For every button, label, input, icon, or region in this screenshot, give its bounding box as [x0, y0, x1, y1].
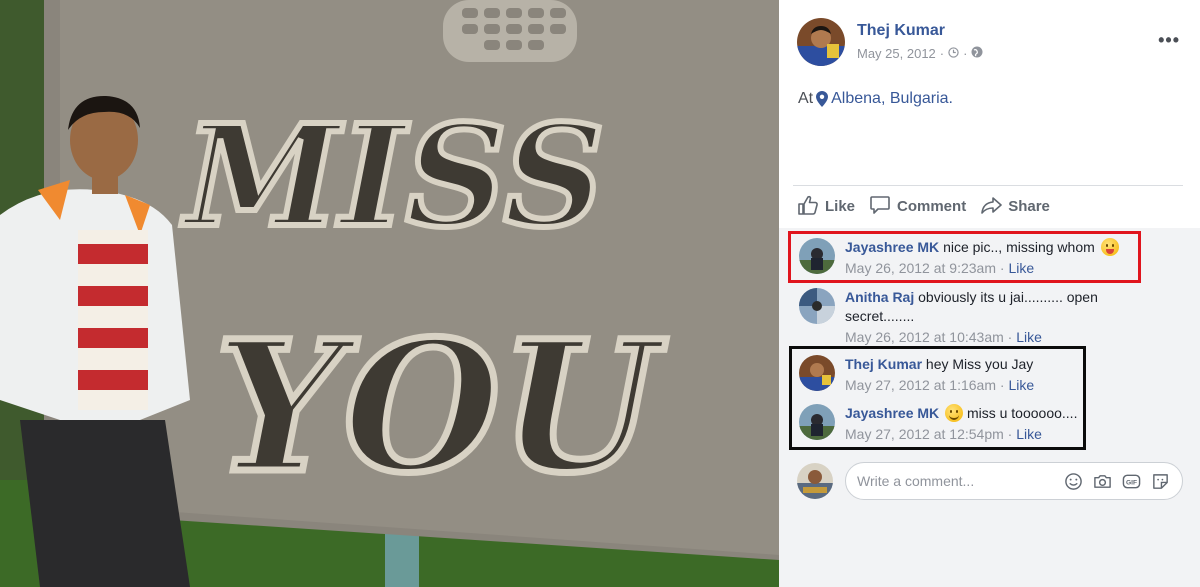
- svg-text:GIF: GIF: [1126, 479, 1137, 486]
- comment-bubble-icon: [869, 194, 891, 220]
- location-link[interactable]: Albena, Bulgaria.: [831, 90, 953, 108]
- current-user-avatar[interactable]: [797, 463, 833, 499]
- post-actions: Like Comment Share: [793, 185, 1183, 227]
- like-label: Like: [825, 198, 856, 215]
- post-photo[interactable]: MISS YOU: [0, 0, 779, 587]
- commenter-avatar[interactable]: [799, 404, 835, 440]
- post-panel: Thej Kumar May 25, 2012 · · ••• At Alben…: [779, 0, 1200, 587]
- sign-text-miss: MISS: [181, 95, 605, 259]
- like-button[interactable]: Like: [797, 194, 855, 220]
- location-pin-icon: [816, 91, 829, 107]
- meta-separator: ·: [963, 46, 968, 61]
- comment-input-placeholder: Write a comment...: [857, 473, 975, 489]
- comment-meta: May 27, 2012 at 12:54pm · Like: [845, 426, 1042, 442]
- comment-text: nice pic.., missing whom: [943, 239, 1095, 255]
- author-avatar[interactable]: [797, 18, 845, 66]
- comment-body: Thej Kumar hey Miss you Jay May 27, 2012…: [845, 355, 1129, 395]
- comment-time[interactable]: May 27, 2012 at 12:54pm: [845, 426, 1004, 442]
- comment-body: Anitha Raj obviously its u jai..........…: [845, 288, 1129, 347]
- share-label: Share: [1008, 198, 1050, 215]
- comment-author[interactable]: Jayashree MK: [845, 405, 939, 421]
- photo-illustration: MISS YOU: [0, 0, 779, 587]
- comment-like-link[interactable]: Like: [1016, 426, 1042, 442]
- camera-icon[interactable]: [1093, 472, 1112, 491]
- comment-meta: May 26, 2012 at 9:23am · Like: [845, 260, 1035, 276]
- location-prefix: At: [798, 90, 814, 107]
- gif-icon[interactable]: GIF: [1122, 472, 1141, 491]
- comment-meta: May 26, 2012 at 10:43am · Like: [845, 329, 1042, 345]
- share-button[interactable]: Share: [980, 194, 1050, 220]
- clock-icon: [948, 46, 959, 61]
- comment-text: miss u toooooo....: [966, 405, 1078, 421]
- commenter-avatar[interactable]: [799, 355, 835, 391]
- emoji-icon[interactable]: [1064, 472, 1083, 491]
- post-meta: May 25, 2012 · ·: [857, 46, 983, 61]
- tongue-emoji-icon: [1100, 238, 1119, 256]
- comment-button[interactable]: Comment: [869, 194, 966, 220]
- post-date[interactable]: May 25, 2012: [857, 46, 936, 61]
- globe-icon[interactable]: [971, 46, 983, 61]
- more-options-button[interactable]: •••: [1158, 30, 1180, 51]
- comments-section: Jayashree MK nice pic.., missing whom Ma…: [779, 228, 1200, 587]
- comment-composer: Write a comment... GIF: [797, 461, 1183, 501]
- comment-body: Jayashree MK miss u toooooo.... May 27, …: [845, 404, 1129, 444]
- comment-text: hey Miss you Jay: [925, 356, 1034, 372]
- commenter-avatar[interactable]: [799, 288, 835, 324]
- composer-icons: GIF: [1064, 472, 1182, 491]
- comment-author[interactable]: Anitha Raj: [845, 289, 914, 305]
- sticker-icon[interactable]: [1151, 472, 1170, 491]
- comment-author[interactable]: Thej Kumar: [845, 356, 922, 372]
- comment-input[interactable]: Write a comment... GIF: [845, 462, 1183, 500]
- comment-meta: May 27, 2012 at 1:16am · Like: [845, 377, 1035, 393]
- comment-like-link[interactable]: Like: [1016, 329, 1042, 345]
- commenter-avatar[interactable]: [799, 238, 835, 274]
- smile-emoji-icon: [945, 404, 964, 422]
- comment-like-link[interactable]: Like: [1008, 377, 1034, 393]
- comment-time[interactable]: May 26, 2012 at 9:23am: [845, 260, 996, 276]
- comment-like-link[interactable]: Like: [1008, 260, 1034, 276]
- comment-time[interactable]: May 27, 2012 at 1:16am: [845, 377, 996, 393]
- thumbs-up-icon: [797, 194, 819, 220]
- sign-text-you: YOU: [215, 302, 667, 513]
- comment-body: Jayashree MK nice pic.., missing whom Ma…: [845, 238, 1129, 278]
- meta-separator: ·: [939, 46, 945, 61]
- comment-time[interactable]: May 26, 2012 at 10:43am: [845, 329, 1004, 345]
- location-line: At Albena, Bulgaria.: [798, 90, 953, 108]
- author-name[interactable]: Thej Kumar: [857, 22, 945, 40]
- comment-author[interactable]: Jayashree MK: [845, 239, 939, 255]
- share-arrow-icon: [980, 194, 1002, 220]
- comment-label: Comment: [897, 198, 967, 215]
